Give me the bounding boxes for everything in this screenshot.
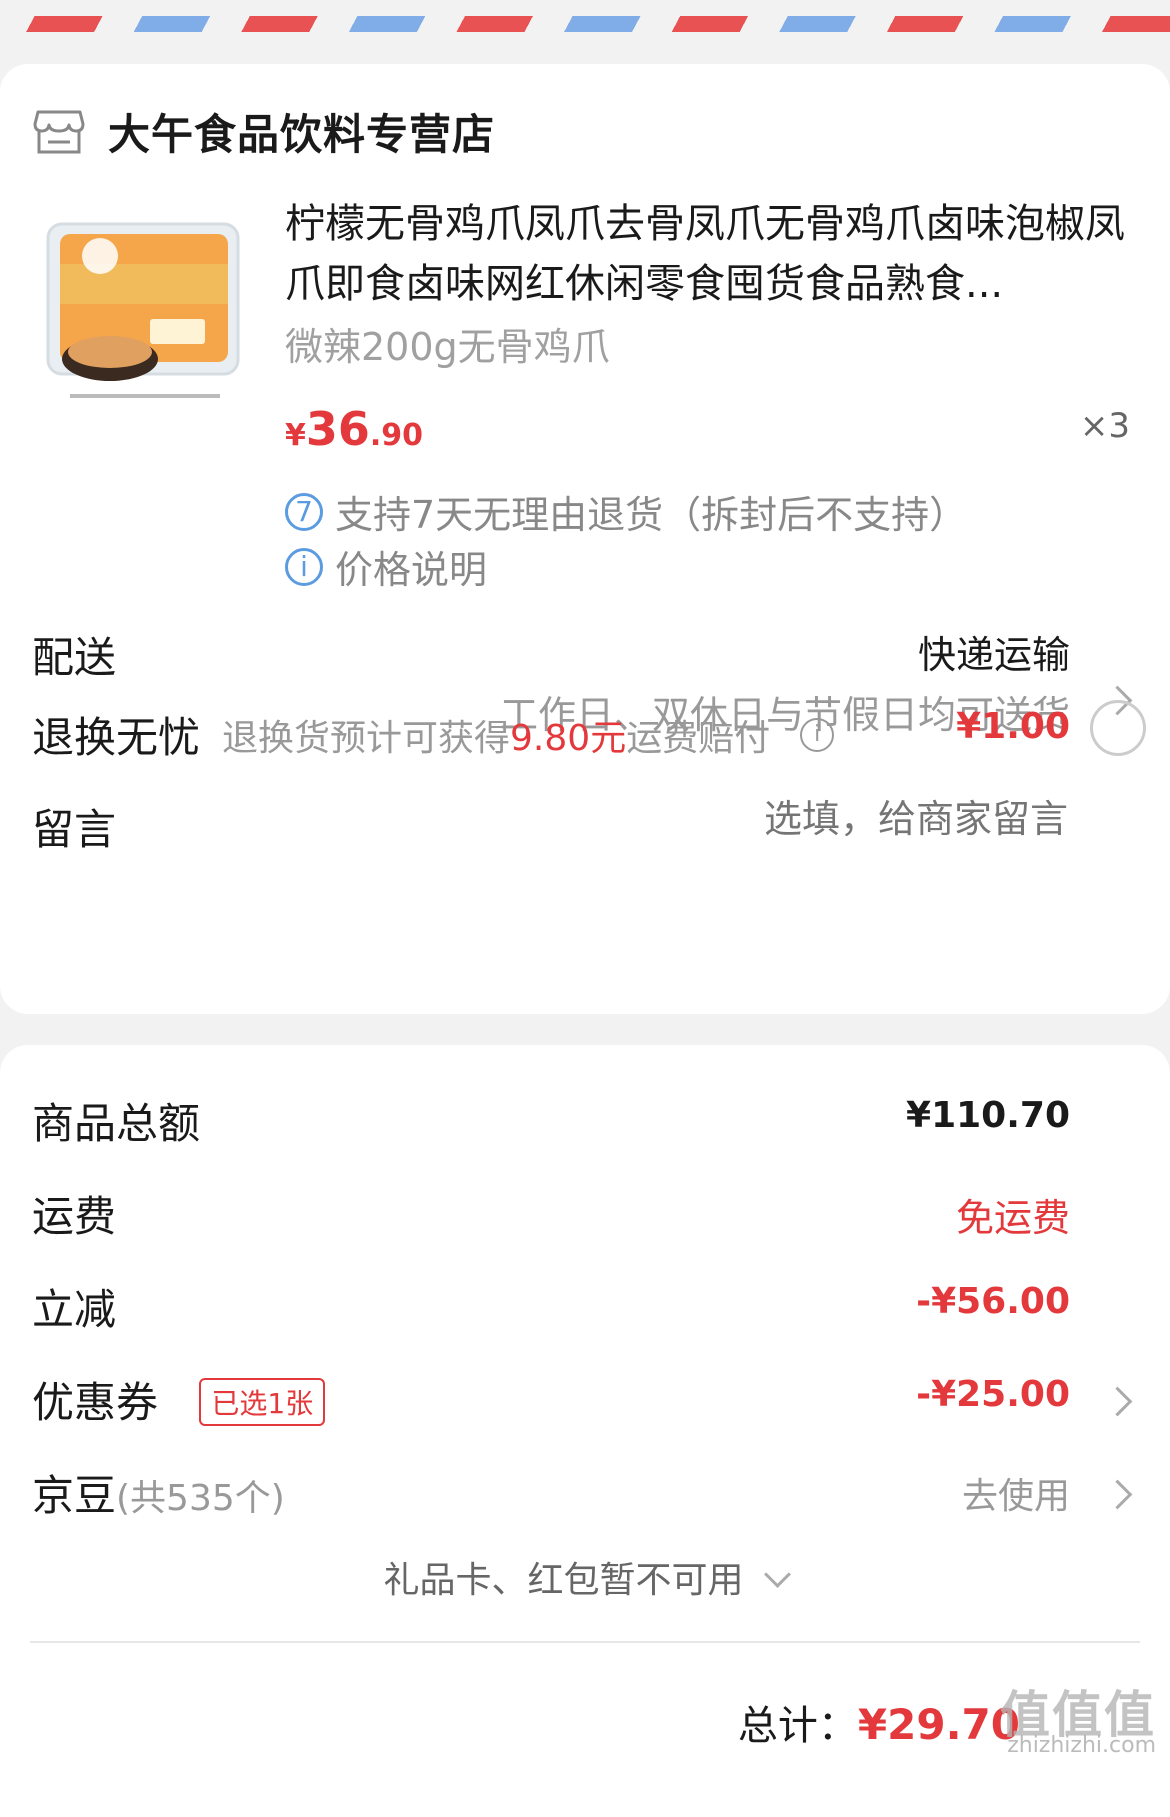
gift-card-unavailable-text: 礼品卡、红包暂不可用 — [383, 1560, 744, 1601]
airmail-stripes — [0, 16, 1170, 32]
message-label: 留言 — [32, 805, 117, 854]
delivery-label: 配送 — [32, 633, 117, 682]
product-title[interactable]: 柠檬无骨鸡爪凤爪去骨凤爪无骨鸡爪卤味泡椒凤爪即食卤味网红休闲零食囤货食品熟食..… — [285, 194, 1135, 314]
coupon-badge: 已选1张 — [199, 1377, 326, 1426]
chevron-down-icon — [763, 1561, 791, 1588]
order-item-card: 大午食品饮料专营店 柠檬无骨鸡爪凤爪去骨凤爪无骨鸡爪卤味泡椒凤爪即食卤味网红休闲… — [0, 64, 1170, 1014]
worry-free-row: 退换无忧 退换货预计可获得 9.80元 运费赔付 i — [32, 704, 835, 765]
total-label: 总计： — [737, 1703, 858, 1749]
airmail-stripe-header — [0, 0, 1170, 64]
store-name: 大午食品饮料专营店 — [108, 109, 496, 159]
worry-desc-suffix: 运费赔付 — [626, 717, 771, 759]
info-icon: i — [285, 547, 323, 586]
worry-free-label: 退换无忧 — [32, 713, 201, 762]
seven-day-return-icon: 7 — [285, 492, 323, 531]
info-icon[interactable]: i — [800, 717, 835, 752]
coupon-row[interactable]: 优惠券 已选1张 — [32, 1369, 326, 1430]
coupon-label: 优惠券 — [32, 1378, 159, 1427]
return-policy-row[interactable]: 7 支持7天无理由退货（拆封后不支持） — [285, 484, 967, 539]
worry-free-desc: 退换货预计可获得 9.80元 运费赔付 i — [222, 709, 835, 761]
product-image — [30, 204, 255, 414]
order-total: 总计：¥29.70 — [738, 1693, 1020, 1751]
coupon-value[interactable]: -¥25.00 — [916, 1374, 1070, 1415]
store-icon — [33, 110, 85, 154]
product-price: ¥36.90 — [285, 402, 423, 456]
price-decimal: .90 — [369, 418, 424, 453]
jingdou-count: (共535个) — [116, 1478, 285, 1519]
discount-value: -¥56.00 — [916, 1281, 1070, 1322]
jingdou-row[interactable]: 京豆(共535个) — [32, 1462, 285, 1523]
price-integer: 36 — [305, 402, 370, 456]
worry-free-price: ¥1.00 — [956, 706, 1070, 747]
goods-total-label: 商品总额 — [32, 1099, 201, 1148]
worry-free-radio[interactable] — [1090, 700, 1146, 756]
message-input[interactable] — [646, 796, 1070, 842]
delivery-method[interactable]: 快递运输 — [918, 624, 1070, 679]
discount-label: 立减 — [32, 1285, 117, 1334]
product-thumbnail[interactable] — [30, 204, 255, 414]
return-policy-text: 支持7天无理由退货（拆封后不支持） — [335, 493, 968, 537]
divider — [30, 1641, 1140, 1643]
order-summary-card: 商品总额 ¥110.70 运费 免运费 立减 -¥56.00 优惠券 已选1张 … — [0, 1045, 1170, 1817]
shipping-value: 免运费 — [955, 1196, 1070, 1240]
price-note-row[interactable]: i 价格说明 — [285, 539, 487, 594]
jingdou-action[interactable]: 去使用 — [962, 1467, 1070, 1519]
price-note-text: 价格说明 — [335, 548, 488, 592]
chevron-right-icon[interactable] — [1102, 1386, 1133, 1417]
product-quantity: ×3 — [1079, 406, 1130, 446]
worry-desc-amount: 9.80元 — [510, 717, 627, 759]
jingdou-label: 京豆 — [32, 1471, 117, 1520]
worry-desc-prefix: 退换货预计可获得 — [222, 717, 511, 759]
total-amount: ¥29.70 — [857, 1700, 1020, 1749]
goods-total-value: ¥110.70 — [906, 1095, 1070, 1136]
site-watermark-url: zhizhizhi.com — [1007, 1733, 1156, 1758]
gift-card-unavailable[interactable]: 礼品卡、红包暂不可用 — [0, 1551, 1170, 1603]
shipping-label: 运费 — [32, 1192, 117, 1241]
price-symbol: ¥ — [285, 418, 306, 453]
store-header[interactable]: 大午食品饮料专营店 — [32, 96, 495, 166]
product-spec: 微辣200g无骨鸡爪 — [285, 325, 610, 369]
chevron-right-icon[interactable] — [1102, 1479, 1133, 1510]
